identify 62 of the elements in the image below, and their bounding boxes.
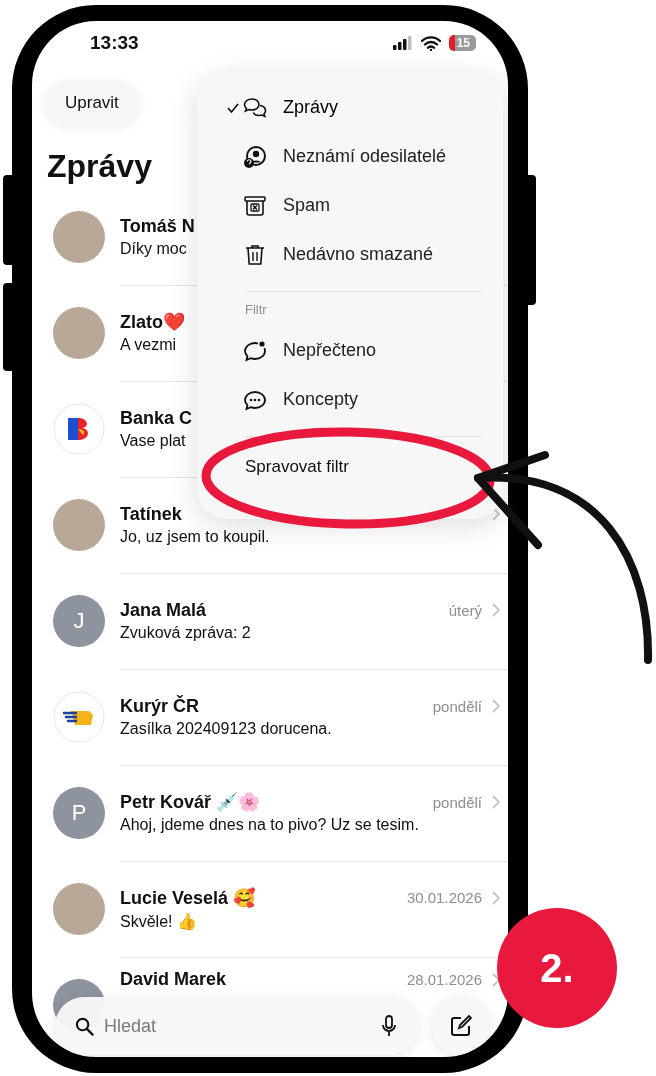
wifi-icon bbox=[420, 35, 441, 51]
message-preview: Zasílka 202409123 dorucena. bbox=[120, 719, 332, 738]
checkmark-icon bbox=[227, 102, 239, 113]
avatar-photo-placeholder bbox=[53, 307, 105, 359]
chevron-icon bbox=[492, 603, 500, 617]
message-preview: Díky moc bbox=[120, 239, 187, 258]
search-bar[interactable]: Hledat bbox=[55, 997, 418, 1055]
chevron-icon bbox=[492, 507, 500, 521]
signal-icon bbox=[392, 36, 413, 50]
avatar-initial: J bbox=[53, 595, 105, 647]
avatar-photo-placeholder bbox=[53, 499, 105, 551]
menu-item[interactable]: Spam bbox=[197, 181, 503, 230]
step-badge: 2. bbox=[497, 908, 617, 1028]
contact-name: Kurýr ČR bbox=[120, 695, 199, 717]
bank-logo bbox=[53, 403, 105, 455]
trash-icon bbox=[243, 242, 267, 267]
menu-item[interactable]: Nedávno smazané bbox=[197, 230, 503, 279]
spam-box-icon bbox=[243, 193, 267, 218]
status-time: 13:33 bbox=[90, 32, 139, 54]
chevron-icon bbox=[492, 699, 500, 713]
contact-name: Petr Kovář 💉🌸 bbox=[120, 791, 261, 813]
contact-name: Jana Malá bbox=[120, 599, 207, 621]
chevron-icon bbox=[492, 972, 500, 987]
message-preview: A vezmi bbox=[120, 336, 176, 354]
message-time: 28.01.2026 bbox=[406, 971, 482, 988]
edit-button[interactable]: Upravit bbox=[45, 81, 139, 125]
microphone-icon[interactable] bbox=[382, 1015, 396, 1037]
unread-bubble-icon bbox=[243, 338, 267, 363]
menu-item[interactable]: Zprávy bbox=[197, 83, 503, 132]
contact-name: Lucie Veselá 🥰 bbox=[120, 886, 256, 909]
avatar-initial: P bbox=[53, 787, 105, 839]
contact-name: Zlato❤ bbox=[120, 311, 185, 333]
message-preview: Vase plat bbox=[120, 431, 186, 450]
message-time: úterý bbox=[448, 601, 482, 619]
menu-item[interactable]: Neznámí odesilatelé bbox=[197, 132, 503, 181]
message-time: pondělí bbox=[432, 697, 482, 715]
chevron-icon bbox=[492, 890, 500, 905]
contact-name: Banka C bbox=[120, 407, 193, 429]
menu-item[interactable]: Nepřečteno bbox=[197, 326, 503, 375]
compose-icon bbox=[450, 1015, 472, 1037]
message-preview: Ahoj, jdeme dnes na to pivo? Uz se tesim. bbox=[120, 816, 419, 834]
avatar-photo-placeholder bbox=[53, 883, 105, 935]
chevron-icon bbox=[492, 795, 500, 809]
message-preview: Zvuková zpráva: 2 bbox=[120, 623, 251, 642]
courier-logo bbox=[53, 691, 105, 743]
battery-level: 15 bbox=[448, 35, 476, 51]
section-heading: Filtr bbox=[244, 302, 268, 318]
message-preview: Jo, uz jsem to koupil. bbox=[120, 527, 270, 546]
message-preview: Skvěle! 👍 bbox=[120, 911, 197, 931]
menu-item[interactable]: Koncepty bbox=[197, 375, 503, 424]
contact-name: David Marek bbox=[120, 969, 227, 990]
search-icon bbox=[75, 1016, 94, 1036]
contact-name: Tomáš N bbox=[120, 215, 195, 237]
page-title: Zprávy bbox=[47, 147, 152, 185]
message-time: pondělí bbox=[432, 793, 482, 811]
search-field[interactable]: Hledat bbox=[102, 1014, 382, 1038]
contact-name: Tatínek bbox=[120, 503, 182, 525]
speech-bubbles-icon bbox=[243, 95, 267, 120]
avatar-photo-placeholder bbox=[53, 211, 105, 263]
person-question-icon bbox=[243, 144, 267, 169]
manage-filter-item[interactable]: Spravovat filtr bbox=[197, 447, 503, 487]
message-time: 30.01.2026 bbox=[406, 889, 482, 906]
